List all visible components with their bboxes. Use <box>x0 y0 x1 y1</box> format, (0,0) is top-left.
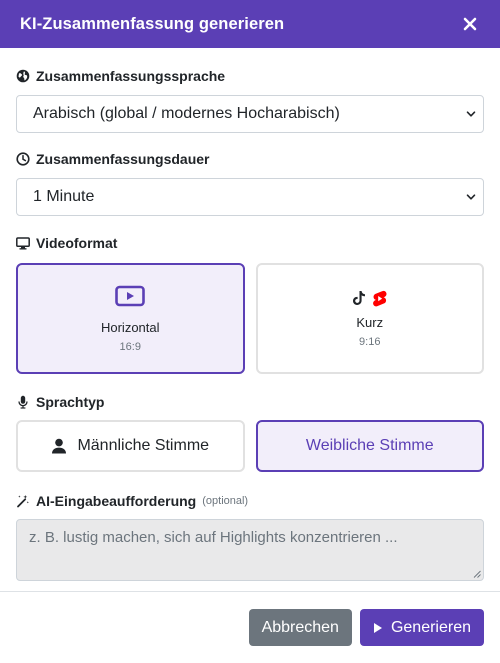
duration-select-value: 1 Minute <box>33 188 95 205</box>
voice-option-male[interactable]: Männliche Stimme <box>16 420 245 472</box>
prompt-label-text: AI-Eingabeaufforderung <box>36 493 197 509</box>
resize-handle-icon[interactable] <box>473 570 481 578</box>
format-label: Videoformat <box>16 235 484 251</box>
voice-option-female[interactable]: Weibliche Stimme <box>255 420 484 472</box>
chevron-down-icon <box>466 111 476 117</box>
chevron-down-icon <box>466 194 476 200</box>
youtube-shorts-icon <box>373 290 387 306</box>
language-select-value: Arabisch (global / modernes Hocharabisch… <box>33 105 340 122</box>
format-option-horizontal[interactable]: Horizontal 16:9 <box>16 263 245 374</box>
duration-label: Zusammenfassungsdauer <box>16 151 484 167</box>
modal-title: KI-Zusammenfassung generieren <box>20 14 285 33</box>
user-icon <box>51 438 67 454</box>
format-options: Horizontal 16:9 Kurz 9:16 <box>16 263 484 374</box>
globe-icon <box>16 69 30 83</box>
format-option-ratio: 16:9 <box>119 340 141 353</box>
play-icon <box>373 622 383 634</box>
close-icon[interactable] <box>460 14 480 34</box>
format-option-name: Horizontal <box>100 319 160 335</box>
generate-button-label: Generieren <box>390 618 471 636</box>
modal-footer: Abbrechen Generieren <box>0 591 500 663</box>
clock-icon <box>16 152 30 166</box>
voice-options: Männliche Stimme Weibliche Stimme <box>16 420 484 472</box>
microphone-icon <box>16 395 30 409</box>
cancel-button[interactable]: Abbrechen <box>248 609 352 646</box>
ai-summary-modal: KI-Zusammenfassung generieren Zusammenfa… <box>0 0 500 663</box>
language-label-text: Zusammenfassungssprache <box>36 68 226 84</box>
format-option-ratio: 9:16 <box>359 335 381 348</box>
duration-label-text: Zusammenfassungsdauer <box>36 151 210 167</box>
voice-label: Sprachtyp <box>16 394 484 410</box>
generate-button[interactable]: Generieren <box>359 609 484 646</box>
format-option-short[interactable]: Kurz 9:16 <box>255 263 484 374</box>
format-option-name: Kurz <box>356 314 384 330</box>
cancel-button-label: Abbrechen <box>261 618 339 636</box>
prompt-textarea[interactable]: z. B. lustig machen, sich auf Highlights… <box>16 519 484 581</box>
format-label-text: Videoformat <box>36 235 118 251</box>
prompt-placeholder: z. B. lustig machen, sich auf Highlights… <box>29 529 398 546</box>
duration-select[interactable]: 1 Minute <box>16 178 484 216</box>
voice-label-text: Sprachtyp <box>36 394 105 410</box>
monitor-icon <box>16 236 30 250</box>
tiktok-icon <box>353 291 366 305</box>
language-label: Zusammenfassungssprache <box>16 68 484 84</box>
language-select[interactable]: Arabisch (global / modernes Hocharabisch… <box>16 95 484 133</box>
modal-body: Zusammenfassungssprache Arabisch (global… <box>0 68 500 581</box>
tiktok-shorts-icon <box>352 290 387 307</box>
magic-wand-icon <box>16 494 30 508</box>
voice-option-label: Weibliche Stimme <box>305 437 434 454</box>
optional-hint: (optional) <box>202 495 249 507</box>
modal-header: KI-Zusammenfassung generieren <box>0 0 500 48</box>
youtube-icon <box>115 285 146 312</box>
voice-option-label: Männliche Stimme <box>77 437 210 454</box>
prompt-label: AI-Eingabeaufforderung (optional) <box>16 493 484 509</box>
